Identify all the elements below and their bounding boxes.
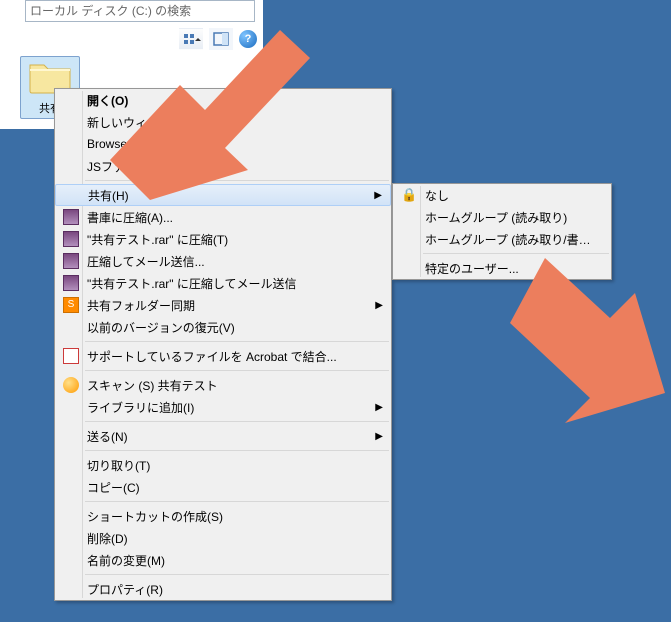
menu-compress-mail2-label: "共有テスト.rar" に圧縮してメール送信 [83, 275, 371, 292]
submenu-arrow-icon: ▶ [375, 300, 383, 311]
submenu-hg-read-label: ホームグループ (読み取り) [421, 209, 591, 226]
menu-acrobat-label: サポートしているファイルを Acrobat で結合... [83, 348, 371, 365]
submenu-arrow-icon: ▶ [374, 190, 382, 201]
menu-share[interactable]: 共有(H) ▶ [55, 184, 391, 206]
menu-separator [85, 574, 389, 575]
menu-separator [85, 450, 389, 451]
menu-open-label: 開く(O) [83, 92, 371, 109]
menu-separator [85, 421, 389, 422]
submenu-none[interactable]: なし [393, 184, 611, 206]
menu-shortcut[interactable]: ショートカットの作成(S) [55, 505, 391, 527]
menu-library-label: ライブラリに追加(I) [83, 399, 371, 416]
menu-rename[interactable]: 名前の変更(M) [55, 549, 391, 571]
menu-separator [85, 180, 389, 181]
submenu-arrow-icon: ▶ [375, 431, 383, 442]
menu-archive-label: 書庫に圧縮(A)... [83, 209, 371, 226]
menu-share-label: 共有(H) [84, 187, 370, 204]
menu-library[interactable]: ライブラリに追加(I) ▶ [55, 396, 391, 418]
menu-separator [423, 253, 609, 254]
menu-new-window-label: 新しいウィンド [83, 114, 371, 131]
lock-icon [401, 187, 417, 203]
menu-separator [85, 501, 389, 502]
menu-new-window[interactable]: 新しいウィンド [55, 111, 391, 133]
menu-jsfile[interactable]: JSファイル検索 行(J)... [55, 155, 391, 177]
sync-icon: S [63, 297, 79, 313]
menu-scan[interactable]: スキャン (S) 共有テスト [55, 374, 391, 396]
submenu-none-label: なし [421, 187, 591, 204]
menu-compress1[interactable]: "共有テスト.rar" に圧縮(T) [55, 228, 391, 250]
search-input[interactable]: ローカル ディスク (C:) の検索 [25, 0, 255, 22]
menu-compress1-label: "共有テスト.rar" に圧縮(T) [83, 231, 371, 248]
help-icon[interactable]: ? [239, 30, 257, 48]
scan-icon [63, 377, 79, 393]
menu-props-label: プロパティ(R) [83, 581, 371, 598]
menu-cut-label: 切り取り(T) [83, 457, 371, 474]
submenu-hg-rw-label: ホームグループ (読み取り/書き込み) [421, 231, 591, 248]
context-menu: 開く(O) 新しいウィンド Browse in ge CS5.1 JSファイル検… [54, 88, 392, 601]
submenu-homegroup-rw[interactable]: ホームグループ (読み取り/書き込み) [393, 228, 611, 250]
rar-icon [63, 275, 79, 291]
share-submenu: なし ホームグループ (読み取り) ホームグループ (読み取り/書き込み) 特定… [392, 183, 612, 280]
menu-jsfile-label: JSファイル検索 行(J)... [83, 158, 371, 175]
menu-copy-label: コピー(C) [83, 479, 371, 496]
menu-separator [85, 341, 389, 342]
menu-sync[interactable]: S 共有フォルダー同期 ▶ [55, 294, 391, 316]
menu-browse-label: Browse in ge CS5.1 [83, 137, 371, 151]
menu-archive[interactable]: 書庫に圧縮(A)... [55, 206, 391, 228]
rar-icon [63, 231, 79, 247]
menu-compress-mail[interactable]: 圧縮してメール送信... [55, 250, 391, 272]
preview-pane-button[interactable] [209, 28, 233, 50]
menu-scan-label: スキャン (S) 共有テスト [83, 377, 371, 394]
menu-separator [85, 370, 389, 371]
menu-sync-label: 共有フォルダー同期 [83, 297, 371, 314]
menu-copy[interactable]: コピー(C) [55, 476, 391, 498]
menu-open[interactable]: 開く(O) [55, 89, 391, 111]
menu-delete[interactable]: 削除(D) [55, 527, 391, 549]
menu-send-label: 送る(N) [83, 428, 371, 445]
submenu-arrow-icon: ▶ [375, 402, 383, 413]
menu-delete-label: 削除(D) [83, 530, 371, 547]
submenu-specific-label: 特定のユーザー... [421, 260, 591, 277]
menu-compress-mail2[interactable]: "共有テスト.rar" に圧縮してメール送信 [55, 272, 391, 294]
rar-icon [63, 209, 79, 225]
view-toolbar: ? [179, 28, 257, 50]
menu-browse[interactable]: Browse in ge CS5.1 [55, 133, 391, 155]
menu-rename-label: 名前の変更(M) [83, 552, 371, 569]
menu-props[interactable]: プロパティ(R) [55, 578, 391, 600]
submenu-specific-user[interactable]: 特定のユーザー... [393, 257, 611, 279]
submenu-homegroup-read[interactable]: ホームグループ (読み取り) [393, 206, 611, 228]
menu-compress-mail-label: 圧縮してメール送信... [83, 253, 371, 270]
annotation-arrow-2 [495, 258, 665, 458]
rar-icon [63, 253, 79, 269]
view-options-button[interactable] [179, 28, 203, 50]
menu-prev-ver-label: 以前のバージョンの復元(V) [83, 319, 371, 336]
menu-acrobat[interactable]: サポートしているファイルを Acrobat で結合... [55, 345, 391, 367]
menu-shortcut-label: ショートカットの作成(S) [83, 508, 371, 525]
acrobat-icon [63, 348, 79, 364]
menu-prev-ver[interactable]: 以前のバージョンの復元(V) [55, 316, 391, 338]
menu-cut[interactable]: 切り取り(T) [55, 454, 391, 476]
menu-send[interactable]: 送る(N) ▶ [55, 425, 391, 447]
